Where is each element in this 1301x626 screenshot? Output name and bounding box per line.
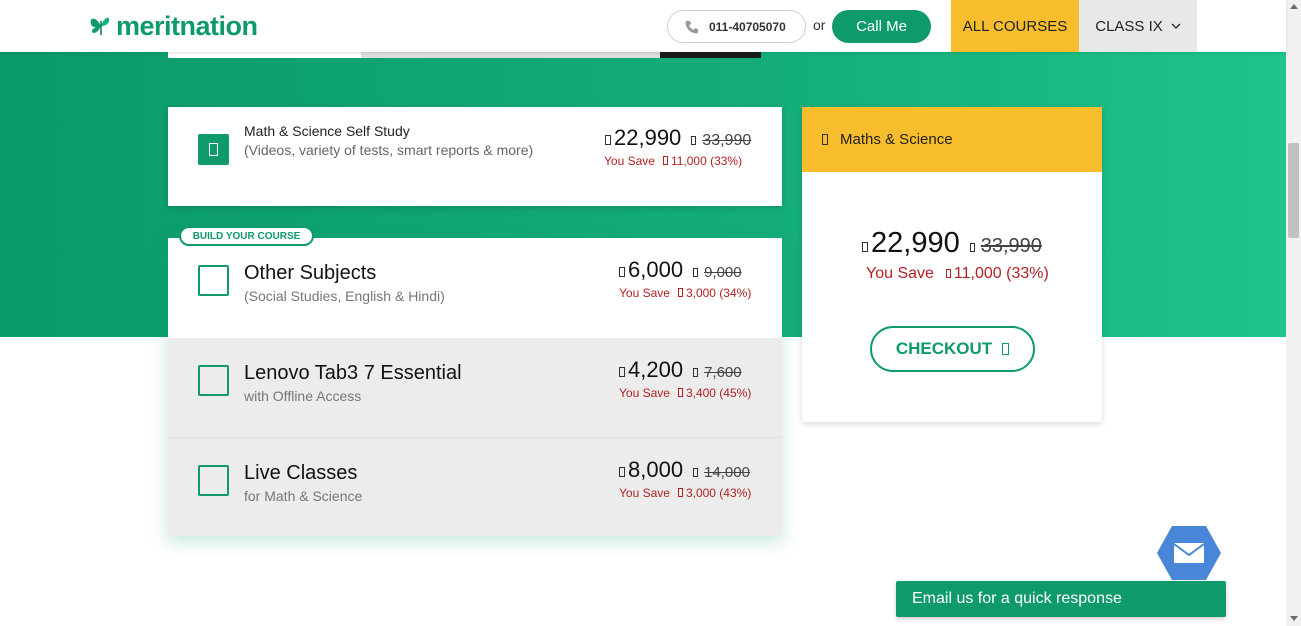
checkbox-icon (209, 143, 218, 156)
bag-icon (822, 134, 828, 145)
page-scrollbar[interactable] (1286, 0, 1301, 626)
course-item-subtitle: with Offline Access (244, 388, 362, 404)
course-item-title: Live Classes (244, 462, 358, 484)
rupee-icon (619, 467, 625, 477)
rupee-icon (969, 243, 975, 252)
site-header: meritnation 011-40705070 or Call Me ALL … (0, 0, 1286, 52)
summary-price: 22,990 33,990 (862, 227, 1042, 260)
hero-form-strip (168, 52, 761, 58)
scrollbar-thumb[interactable] (1288, 143, 1299, 238)
course-item-title: Other Subjects (244, 262, 377, 284)
course-item-live-classes[interactable]: Live Classes for Math & Science 8,000 14… (168, 438, 782, 536)
course-item-savings: You Save 3,000 (43%) (619, 486, 751, 500)
or-separator: or (813, 17, 826, 33)
phone-number: 011-40705070 (709, 19, 786, 34)
summary-savings: You Save 11,000 (33%) (866, 265, 1049, 283)
arrow-right-icon (1002, 343, 1010, 355)
save-amount: 11,000 (33%) (670, 154, 743, 168)
rupee-icon (693, 468, 699, 477)
hero-strip-segment (361, 52, 660, 58)
all-courses-button[interactable]: ALL COURSES (951, 0, 1079, 52)
scroll-up-icon[interactable] (1290, 4, 1298, 9)
rupee-icon (945, 269, 951, 278)
self-study-checkbox[interactable] (198, 134, 229, 165)
hero-strip-button-edge (660, 52, 761, 58)
course-item-price: 8,000 14,000 (619, 457, 750, 483)
save-amount: 11,000 (33%) (953, 265, 1049, 282)
checkout-label: CHECKOUT (895, 339, 993, 358)
class-selector-label: CLASS IX (1095, 17, 1163, 35)
self-study-card: Math & Science Self Study (Videos, varie… (168, 107, 782, 206)
you-save-label: You Save (604, 154, 655, 168)
course-item-other-subjects[interactable]: Other Subjects (Social Studies, English … (168, 238, 782, 337)
class-selector[interactable]: CLASS IX (1079, 0, 1197, 52)
call-me-button[interactable]: Call Me (832, 10, 931, 43)
checkout-button[interactable]: CHECKOUT (870, 326, 1035, 372)
lenovo-tab-checkbox[interactable] (198, 365, 229, 396)
you-save-label: You Save (619, 286, 670, 300)
rupee-icon (619, 367, 625, 377)
rupee-icon (677, 388, 683, 397)
course-item-lenovo-tab[interactable]: Lenovo Tab3 7 Essential with Offline Acc… (168, 338, 782, 437)
course-item-price: 4,200 7,600 (619, 357, 742, 383)
live-classes-checkbox[interactable] (198, 465, 229, 496)
course-item-savings: You Save 3,000 (34%) (619, 286, 751, 300)
rupee-icon (693, 368, 699, 377)
scroll-down-icon[interactable] (1290, 616, 1298, 621)
course-item-old-price: 14,000 (693, 464, 750, 481)
email-contact-bar[interactable]: Email us for a quick response (896, 581, 1226, 617)
course-item-subtitle: for Math & Science (244, 488, 363, 504)
course-item-old-price: 7,600 (693, 364, 742, 381)
course-item-savings: You Save 3,400 (45%) (619, 386, 751, 400)
build-course-badge: BUILD YOUR COURSE (179, 226, 314, 246)
course-item-old-price: 9,000 (693, 264, 742, 281)
self-study-savings: You Save 11,000 (33%) (604, 154, 742, 168)
rupee-icon (691, 136, 697, 145)
summary-current-price: 22,990 (871, 227, 960, 259)
mail-icon[interactable] (1156, 524, 1222, 582)
summary-header: Maths & Science (802, 107, 1102, 172)
rupee-icon (605, 135, 611, 145)
self-study-old-price: 33,990 (691, 132, 751, 150)
summary-old-price: 33,990 (969, 235, 1042, 258)
phone-number-pill[interactable]: 011-40705070 (667, 10, 806, 43)
course-item-current-price: 8,000 (628, 457, 684, 482)
course-item-current-price: 4,200 (628, 357, 684, 382)
self-study-subtitle: (Videos, variety of tests, smart reports… (244, 142, 534, 158)
phone-icon (685, 20, 698, 33)
logo[interactable]: meritnation (88, 8, 258, 44)
rupee-icon (677, 488, 683, 497)
logo-text: meritnation (116, 10, 258, 41)
rupee-icon (619, 267, 625, 277)
course-item-subtitle: (Social Studies, English & Hindi) (244, 288, 445, 304)
save-amount: 3,400 (45%) (685, 386, 752, 400)
rupee-icon (693, 268, 699, 277)
chevron-down-icon (1171, 23, 1181, 29)
save-amount: 3,000 (34%) (685, 286, 752, 300)
course-item-title: Lenovo Tab3 7 Essential (244, 362, 462, 384)
summary-heading: Maths & Science (840, 131, 953, 148)
course-item-current-price: 6,000 (628, 257, 684, 282)
save-amount: 3,000 (43%) (685, 486, 752, 500)
self-study-price: 22,990 33,990 (605, 125, 751, 151)
rupee-icon (862, 242, 868, 252)
you-save-label: You Save (866, 265, 934, 282)
you-save-label: You Save (619, 386, 670, 400)
you-save-label: You Save (619, 486, 670, 500)
butterfly-logo-icon (90, 17, 110, 35)
self-study-current-price: 22,990 (614, 125, 682, 150)
course-item-price: 6,000 9,000 (619, 257, 742, 283)
rupee-icon (662, 156, 668, 165)
other-subjects-checkbox[interactable] (198, 265, 229, 296)
rupee-icon (677, 288, 683, 297)
self-study-title: Math & Science Self Study (244, 123, 410, 139)
